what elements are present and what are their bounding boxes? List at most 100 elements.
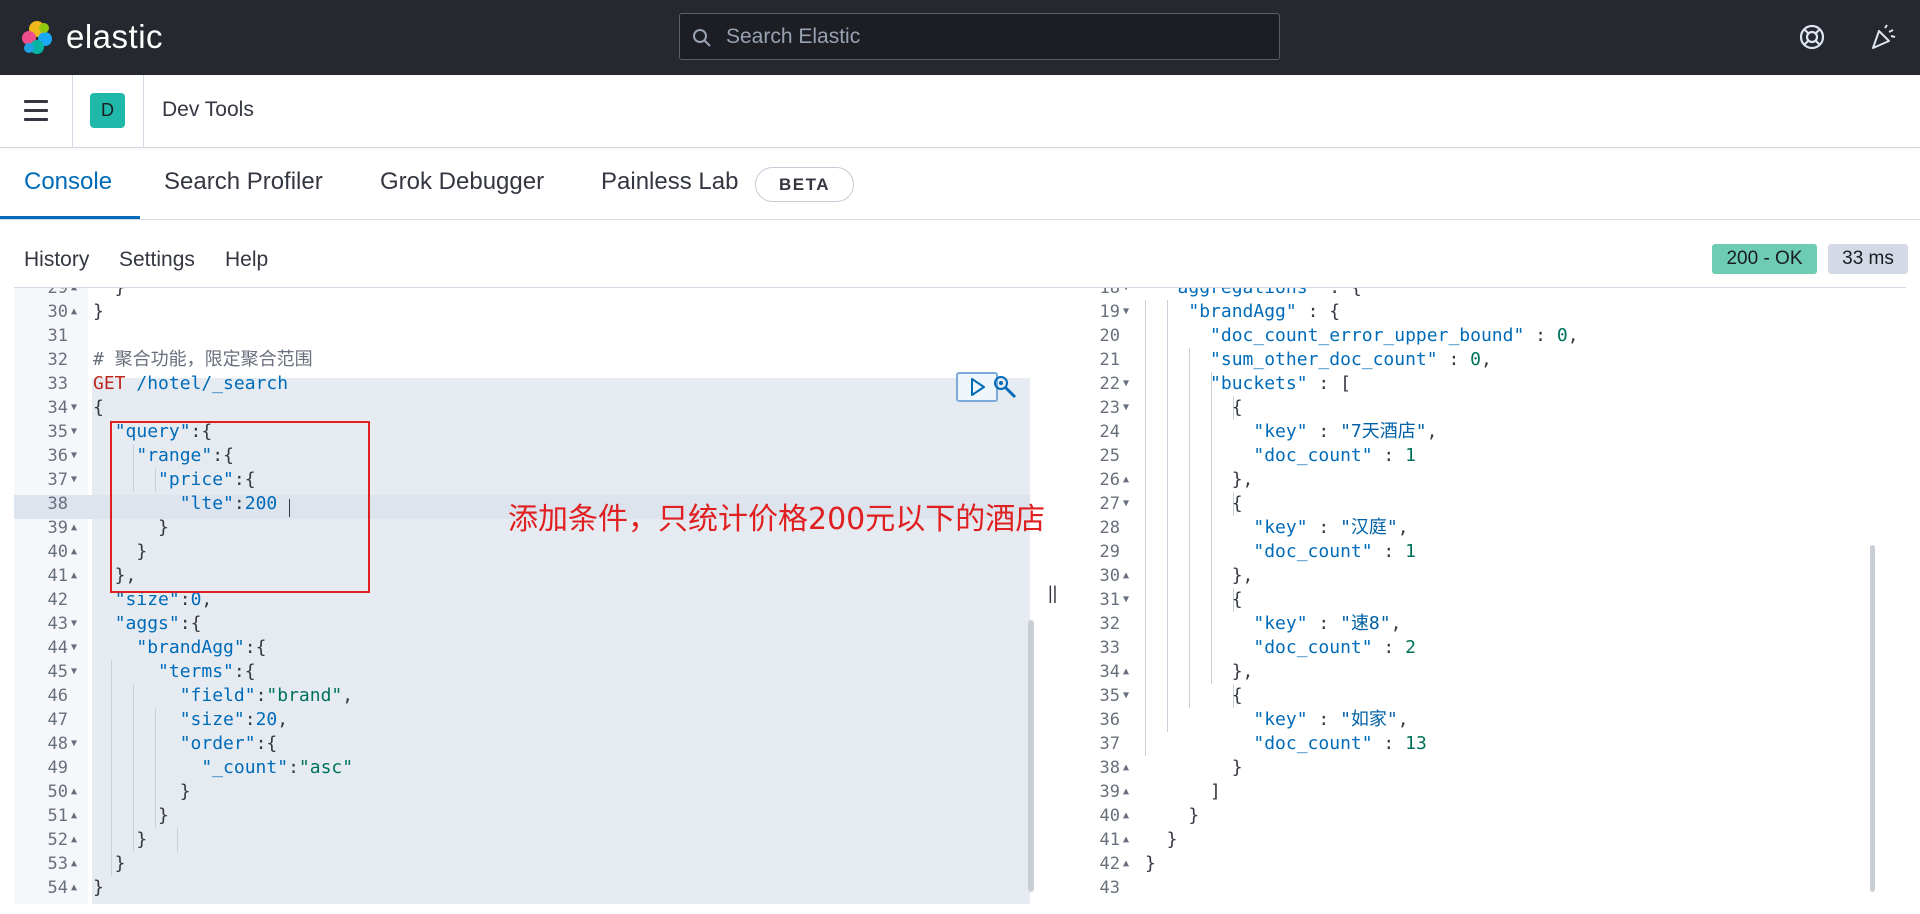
line-number: 33	[47, 374, 68, 394]
fold-closed-icon[interactable]: ▲	[71, 876, 77, 900]
fold-closed-icon[interactable]: ▲	[71, 516, 77, 540]
fold-open-icon[interactable]: ▼	[1123, 288, 1129, 300]
fold-open-icon[interactable]: ▼	[71, 468, 77, 492]
fold-closed-icon[interactable]: ▲	[71, 300, 77, 324]
settings-link[interactable]: Settings	[119, 248, 195, 272]
code-line: "sum_other_doc_count" : 0,	[1210, 349, 1492, 370]
line-number: 31	[1099, 590, 1120, 610]
code-line: "key" : "汉庭",	[1253, 517, 1409, 538]
line-number: 48	[47, 734, 68, 754]
code-line: "brandAgg" : {	[1188, 301, 1341, 322]
line-number: 41	[47, 566, 68, 586]
response-viewer: 18▼ "aggregations" : {19▼ "brandAgg" : {…	[1066, 288, 1882, 904]
line-number: 24	[1099, 422, 1120, 442]
request-editor[interactable]: 29▲ }30▲}3132# 聚合功能，限定聚合范围33GET /hotel/_…	[14, 288, 1050, 904]
line-number: 38	[1099, 758, 1120, 778]
fold-open-icon[interactable]: ▼	[1123, 396, 1129, 420]
fold-open-icon[interactable]: ▼	[71, 420, 77, 444]
fold-closed-icon[interactable]: ▲	[71, 780, 77, 804]
app-navbar: D Dev Tools	[0, 75, 1920, 148]
menu-icon[interactable]	[24, 100, 48, 122]
fold-closed-icon[interactable]: ▲	[1123, 564, 1129, 588]
code-line: "doc_count" : 1	[1253, 445, 1416, 466]
code-line: "key" : "7天酒店",	[1253, 421, 1438, 442]
annotation-text: 添加条件，只统计价格200元以下的酒店	[508, 502, 1046, 537]
line-number: 37	[47, 470, 68, 490]
response-time-badge: 33 ms	[1828, 244, 1908, 274]
fold-open-icon[interactable]: ▼	[1123, 492, 1129, 516]
fold-open-icon[interactable]: ▼	[1123, 300, 1129, 324]
tab-console[interactable]: Console	[24, 168, 112, 196]
fold-closed-icon[interactable]: ▲	[71, 828, 77, 852]
code-line: }	[1145, 829, 1178, 850]
history-link[interactable]: History	[24, 248, 89, 272]
tab-search-profiler[interactable]: Search Profiler	[164, 168, 323, 196]
tab-grok-debugger[interactable]: Grok Debugger	[380, 168, 544, 196]
line-number: 40	[1099, 806, 1120, 826]
line-number: 32	[47, 350, 68, 370]
line-number: 36	[47, 446, 68, 466]
space-avatar[interactable]: D	[90, 93, 125, 128]
line-number: 23	[1099, 398, 1120, 418]
line-number: 46	[47, 686, 68, 706]
nav-divider	[72, 75, 73, 148]
fold-closed-icon[interactable]: ▲	[71, 288, 77, 300]
code-line: {	[1145, 493, 1243, 514]
fold-closed-icon[interactable]: ▲	[1123, 780, 1129, 804]
line-number: 34	[1099, 662, 1120, 682]
line-number: 22	[1099, 374, 1120, 394]
line-number: 52	[47, 830, 68, 850]
code-line: {	[1145, 397, 1243, 418]
fold-open-icon[interactable]: ▼	[71, 444, 77, 468]
help-link[interactable]: Help	[225, 248, 268, 272]
line-number: 30	[1099, 566, 1120, 586]
elastic-wordmark[interactable]: elastic	[66, 18, 163, 56]
fold-open-icon[interactable]: ▼	[71, 396, 77, 420]
newsfeed-icon[interactable]	[1868, 22, 1898, 52]
fold-open-icon[interactable]: ▼	[71, 732, 77, 756]
request-scrollbar[interactable]	[1028, 620, 1034, 892]
code-line: }	[1145, 805, 1200, 826]
fold-closed-icon[interactable]: ▲	[1123, 828, 1129, 852]
code-line: "terms":{	[158, 661, 256, 682]
breadcrumb-dev-tools[interactable]: Dev Tools	[162, 98, 254, 122]
fold-closed-icon[interactable]: ▲	[1123, 468, 1129, 492]
pane-resize-handle[interactable]: ||	[1048, 583, 1057, 604]
tab-painless-lab[interactable]: Painless Lab	[601, 168, 738, 196]
line-number: 39	[1099, 782, 1120, 802]
fold-closed-icon[interactable]: ▲	[71, 564, 77, 588]
console-toolbar: History Settings Help	[0, 220, 1920, 288]
fold-open-icon[interactable]: ▼	[1123, 588, 1129, 612]
line-number: 36	[1099, 710, 1120, 730]
fold-closed-icon[interactable]: ▲	[71, 852, 77, 876]
line-number: 27	[1099, 494, 1120, 514]
line-number: 30	[47, 302, 68, 322]
fold-open-icon[interactable]: ▼	[71, 660, 77, 684]
fold-closed-icon[interactable]: ▲	[1123, 660, 1129, 684]
code-line: "doc_count_error_upper_bound" : 0,	[1210, 325, 1579, 346]
line-number: 37	[1099, 734, 1120, 754]
code-line: },	[1145, 661, 1254, 682]
code-line: ]	[1145, 781, 1221, 802]
wrench-icon[interactable]	[992, 374, 1018, 400]
code-line: }	[1145, 757, 1243, 778]
fold-closed-icon[interactable]: ▲	[1123, 852, 1129, 876]
help-lifebuoy-icon[interactable]	[1797, 22, 1827, 52]
fold-closed-icon[interactable]: ▲	[1123, 804, 1129, 828]
line-number: 35	[1099, 686, 1120, 706]
response-scrollbar[interactable]	[1870, 545, 1875, 892]
fold-closed-icon[interactable]: ▲	[1123, 756, 1129, 780]
elastic-logo-icon[interactable]	[18, 18, 56, 56]
line-number: 39	[47, 518, 68, 538]
code-line: }	[1145, 853, 1156, 874]
line-number: 20	[1099, 326, 1120, 346]
search-input[interactable]	[726, 14, 1266, 59]
line-number: 25	[1099, 446, 1120, 466]
global-search[interactable]	[679, 13, 1280, 60]
fold-closed-icon[interactable]: ▲	[71, 804, 77, 828]
fold-open-icon[interactable]: ▼	[71, 612, 77, 636]
fold-open-icon[interactable]: ▼	[1123, 372, 1129, 396]
fold-closed-icon[interactable]: ▲	[71, 540, 77, 564]
fold-open-icon[interactable]: ▼	[1123, 684, 1129, 708]
fold-open-icon[interactable]: ▼	[71, 636, 77, 660]
